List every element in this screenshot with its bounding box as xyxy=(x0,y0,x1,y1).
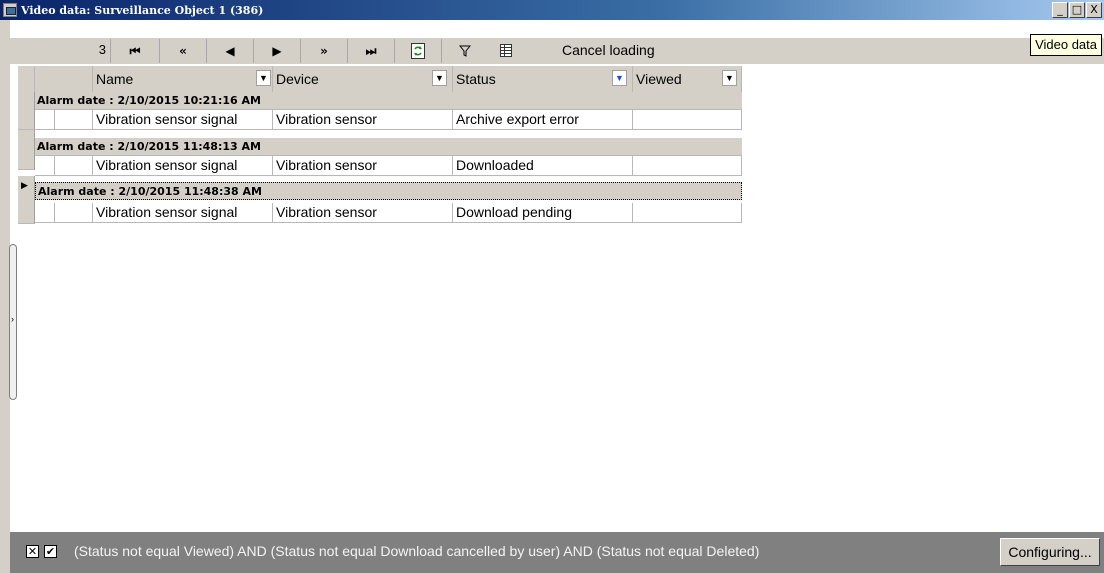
window-title: Video data: Surveillance Object 1 (386) xyxy=(21,3,264,17)
group-indent-cell xyxy=(35,203,55,223)
device-filter-dropdown[interactable]: ▼ xyxy=(432,70,447,86)
cell-name[interactable]: Vibration sensor signal xyxy=(93,156,273,176)
last-record-button[interactable]: ⏭ xyxy=(348,40,394,62)
group-indent-cell xyxy=(35,156,55,176)
column-header-device[interactable]: Device xyxy=(273,66,453,92)
cell-status[interactable]: Download pending xyxy=(453,203,633,223)
group-header-row[interactable]: Alarm date : 2/10/2015 11:48:38 AM xyxy=(35,182,742,200)
refresh-button[interactable] xyxy=(395,40,441,62)
group-header-row[interactable]: Alarm date : 2/10/2015 10:21:16 AM xyxy=(35,92,742,110)
row-spacer-cell xyxy=(55,156,93,176)
clear-filter-button[interactable]: ✕ xyxy=(26,545,39,558)
filter-expression[interactable]: (Status not equal Viewed) AND (Status no… xyxy=(74,543,759,559)
header-group-cell xyxy=(35,66,93,92)
cell-status[interactable]: Downloaded xyxy=(453,156,633,176)
next-icon: ▶ xyxy=(272,44,282,58)
columns-button[interactable] xyxy=(494,40,518,62)
cell-viewed[interactable] xyxy=(633,110,742,130)
column-header-label: Device xyxy=(276,71,319,87)
tooltip: Video data xyxy=(1030,34,1102,56)
cancel-loading-button[interactable]: Cancel loading xyxy=(562,42,655,58)
group-header-label: Alarm date : 2/10/2015 11:48:13 AM xyxy=(37,140,261,153)
cell-device[interactable]: Vibration sensor xyxy=(273,203,453,223)
previous-page-icon: « xyxy=(179,44,187,58)
group-header-label: Alarm date : 2/10/2015 10:21:16 AM xyxy=(37,94,261,107)
column-header-label: Status xyxy=(456,71,496,87)
next-page-button[interactable]: » xyxy=(301,40,347,62)
row-indicator[interactable] xyxy=(18,92,35,130)
previous-icon: ◀ xyxy=(225,44,235,58)
columns-icon xyxy=(500,44,512,57)
last-icon: ⏭ xyxy=(365,44,377,58)
cell-name[interactable]: Vibration sensor signal xyxy=(93,203,273,223)
name-filter-dropdown[interactable]: ▼ xyxy=(256,70,271,86)
filter-icon xyxy=(458,45,472,57)
window-title-bar[interactable]: Video data: Surveillance Object 1 (386) … xyxy=(0,0,1104,20)
window-controls: _ □ X xyxy=(1052,2,1102,18)
status-filter-dropdown[interactable]: ▼ xyxy=(612,70,627,86)
row-indicator[interactable] xyxy=(18,130,35,170)
cell-viewed[interactable] xyxy=(633,156,742,176)
next-page-icon: » xyxy=(320,44,328,58)
previous-record-button[interactable]: ◀ xyxy=(207,40,253,62)
configure-button[interactable]: Configuring... xyxy=(1000,538,1100,566)
maximize-button[interactable]: □ xyxy=(1069,2,1085,18)
filter-enabled-checkbox[interactable]: ✔ xyxy=(44,545,57,558)
viewed-filter-dropdown[interactable]: ▼ xyxy=(722,70,737,86)
group-header-label: Alarm date : 2/10/2015 11:48:38 AM xyxy=(38,185,262,198)
expand-panel-icon[interactable]: › xyxy=(11,314,14,324)
column-header-label: Viewed xyxy=(636,71,682,87)
filter-button[interactable] xyxy=(442,40,488,62)
minimize-button[interactable]: _ xyxy=(1052,2,1068,18)
column-header-status[interactable]: Status xyxy=(453,66,633,92)
row-spacer-cell xyxy=(55,203,93,223)
first-record-button[interactable]: ⏮ xyxy=(111,40,159,62)
close-button[interactable]: X xyxy=(1086,2,1102,18)
cell-device[interactable]: Vibration sensor xyxy=(273,110,453,130)
record-count: 3 xyxy=(98,42,106,57)
cell-device[interactable]: Vibration sensor xyxy=(273,156,453,176)
first-icon: ⏮ xyxy=(129,44,141,58)
app-icon xyxy=(3,3,17,17)
filter-bar: ✕ ✔ (Status not equal Viewed) AND (Statu… xyxy=(10,532,1104,573)
navigation-toolbar: 3 ⏮ « ◀ ▶ » ⏭ Cancel loading xyxy=(10,38,1104,64)
column-header-name[interactable]: Name xyxy=(93,66,273,92)
header-indicator-cell xyxy=(18,66,35,92)
column-header-label: Name xyxy=(96,71,134,87)
refresh-icon xyxy=(411,43,425,59)
group-header-row[interactable]: Alarm date : 2/10/2015 11:48:13 AM xyxy=(35,138,742,156)
cell-viewed[interactable] xyxy=(633,203,742,223)
previous-page-button[interactable]: « xyxy=(160,40,206,62)
cell-name[interactable]: Vibration sensor signal xyxy=(93,110,273,130)
group-indent-cell xyxy=(35,110,55,130)
next-record-button[interactable]: ▶ xyxy=(254,40,300,62)
row-spacer-cell xyxy=(55,110,93,130)
cell-status[interactable]: Archive export error xyxy=(453,110,633,130)
current-row-icon: ▶ xyxy=(21,180,28,190)
